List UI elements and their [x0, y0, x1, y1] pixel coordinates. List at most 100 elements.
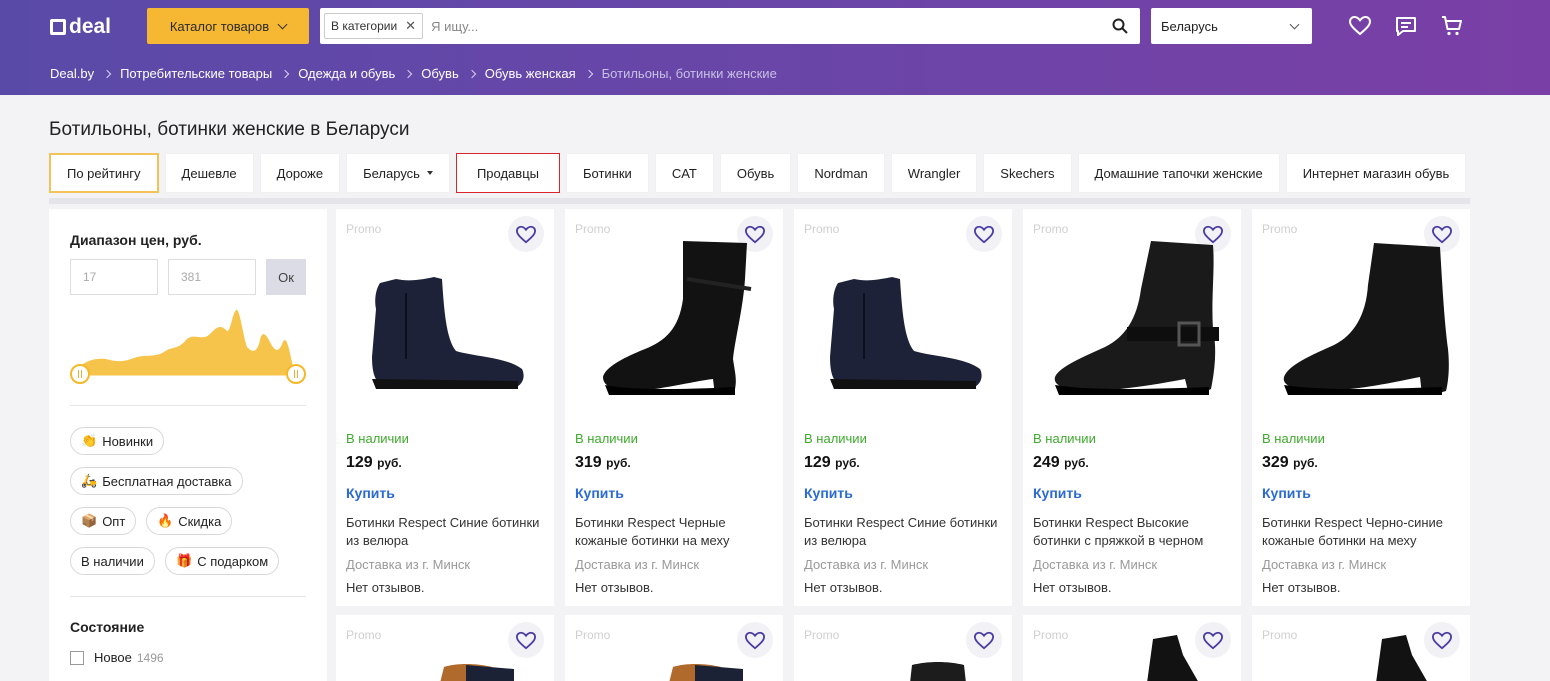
header-icons: [1348, 14, 1464, 38]
product-image[interactable]: [904, 659, 974, 681]
stock-status: В наличии: [346, 431, 409, 446]
favorite-heart-icon[interactable]: [737, 622, 773, 658]
product-image[interactable]: [665, 659, 745, 681]
slider-handle-min: [70, 364, 90, 384]
catalog-button[interactable]: Каталог товаров: [147, 8, 309, 44]
product-name[interactable]: Ботинки Respect Высокие ботинки с пряжко…: [1033, 514, 1235, 550]
horizontal-scrollbar[interactable]: [49, 198, 1470, 204]
filter-chip[interactable]: Wrangler: [890, 153, 978, 193]
site-logo[interactable]: deal: [50, 15, 111, 39]
tag-free-delivery[interactable]: 🛵 Бесплатная доставка: [70, 467, 243, 495]
buy-link[interactable]: Купить: [1262, 485, 1311, 501]
product-image[interactable]: [436, 659, 516, 681]
product-name[interactable]: Ботинки Respect Синие ботинки из велюра: [804, 514, 1006, 550]
search-input[interactable]: [431, 18, 1100, 34]
filter-chip[interactable]: Домашние тапочки женские: [1077, 153, 1280, 193]
product-image[interactable]: [346, 239, 544, 401]
product-name[interactable]: Ботинки Respect Черные кожаные ботинки н…: [575, 514, 777, 550]
tag-with-gift[interactable]: 🎁 С подарком: [165, 547, 280, 575]
chip-label: Wrangler: [907, 165, 961, 181]
buy-link[interactable]: Купить: [575, 485, 624, 501]
condition-new-option[interactable]: Новое 1496: [70, 650, 164, 665]
sellers-chip[interactable]: Продавцы: [455, 153, 560, 193]
breadcrumb-item[interactable]: Одежда и обувь: [298, 66, 395, 81]
product-name[interactable]: Ботинки Respect Черно-синие кожаные боти…: [1262, 514, 1464, 550]
tag-new[interactable]: 👏 Новинки: [70, 427, 165, 455]
breadcrumb-item[interactable]: Обувь: [421, 66, 458, 81]
product-card[interactable]: Promo В наличии 329 руб. Купить Ботинки …: [1252, 209, 1470, 606]
product-card[interactable]: Promo В наличии 129 руб. Купить Ботинки …: [336, 209, 554, 606]
filter-chip[interactable]: Интернет магазин обувь: [1285, 153, 1467, 193]
catalog-button-label: Каталог товаров: [169, 18, 270, 34]
region-filter-chip[interactable]: Беларусь: [346, 153, 450, 193]
breadcrumb-item[interactable]: Deal.by: [50, 66, 94, 81]
favorite-heart-icon[interactable]: [966, 622, 1002, 658]
product-image[interactable]: [804, 239, 1002, 401]
promo-label: Promo: [346, 222, 382, 236]
filter-chip[interactable]: Skechers: [983, 153, 1072, 193]
option-label: Новое: [94, 650, 132, 665]
breadcrumb-item[interactable]: Обувь женская: [485, 66, 576, 81]
sort-expensive-chip[interactable]: Дороже: [259, 153, 341, 193]
product-card[interactable]: Promo: [1252, 615, 1470, 681]
heart-icon[interactable]: [1348, 14, 1372, 38]
delivery-info: Доставка из г. Минск: [346, 557, 471, 572]
tag-in-stock[interactable]: В наличии: [70, 547, 155, 575]
product-card[interactable]: Promo: [794, 615, 1012, 681]
search-category-chip[interactable]: В категории ✕: [324, 13, 424, 39]
product-image[interactable]: [1262, 239, 1460, 401]
filter-chip[interactable]: CAT: [654, 153, 714, 193]
tag-wholesale[interactable]: 📦 Опт: [70, 507, 137, 535]
region-select[interactable]: Беларусь: [1151, 8, 1312, 44]
filter-chip[interactable]: Обувь: [719, 153, 792, 193]
sort-cheaper-chip[interactable]: Дешевле: [164, 153, 254, 193]
close-icon[interactable]: ✕: [405, 18, 416, 34]
chip-label: Nordman: [814, 165, 868, 181]
buy-link[interactable]: Купить: [1033, 485, 1082, 501]
product-image[interactable]: [1362, 635, 1432, 681]
price-apply-button[interactable]: Ок: [266, 259, 306, 295]
breadcrumb-current: Ботильоны, ботинки женские: [601, 66, 777, 81]
divider: [70, 405, 306, 406]
region-label: Беларусь: [1161, 18, 1218, 34]
chip-label: Дороже: [276, 165, 324, 181]
sort-by-rating-chip[interactable]: По рейтингу: [49, 153, 159, 193]
product-image[interactable]: [575, 239, 773, 401]
product-card[interactable]: Promo В наличии 319 руб. Купить Ботинки …: [565, 209, 783, 606]
histogram-area: [80, 309, 294, 374]
checkbox[interactable]: [70, 650, 84, 665]
chevron-right-icon: [467, 69, 476, 78]
messages-icon[interactable]: [1394, 14, 1418, 38]
search-icon[interactable]: [1100, 8, 1140, 44]
chevron-right-icon: [280, 69, 290, 78]
product-card[interactable]: Promo В наличии 249 руб. Купить Ботинки …: [1023, 209, 1241, 606]
buy-link[interactable]: Купить: [804, 485, 853, 501]
product-image[interactable]: [1133, 635, 1203, 681]
product-name[interactable]: Ботинки Respect Синие ботинки из велюра: [346, 514, 548, 550]
favorite-heart-icon[interactable]: [508, 622, 544, 658]
price-min-input[interactable]: 17: [70, 259, 158, 295]
price-max-input[interactable]: 381: [168, 259, 256, 295]
chip-label: По рейтингу: [67, 165, 141, 181]
promo-label: Promo: [804, 628, 840, 642]
buy-link[interactable]: Купить: [346, 485, 395, 501]
product-price: 129 руб.: [346, 454, 402, 472]
product-card[interactable]: Promo: [1023, 615, 1241, 681]
logo-text: deal: [69, 15, 112, 38]
breadcrumb-item[interactable]: Потребительские товары: [120, 66, 272, 81]
product-card[interactable]: Promo В наличии 129 руб. Купить Ботинки …: [794, 209, 1012, 606]
slider-handle-max: [286, 364, 306, 384]
product-image[interactable]: [1033, 239, 1231, 401]
chevron-right-icon: [102, 69, 112, 78]
filter-chip[interactable]: Nordman: [797, 153, 885, 193]
filter-chip[interactable]: Ботинки: [565, 153, 649, 193]
delivery-info: Доставка из г. Минск: [1262, 557, 1387, 572]
promo-label: Promo: [1033, 628, 1069, 642]
product-card[interactable]: Promo: [336, 615, 554, 681]
promo-label: Promo: [1262, 222, 1298, 236]
cart-icon[interactable]: [1440, 14, 1464, 38]
chip-label: Домашние тапочки женские: [1094, 165, 1263, 181]
tag-discount[interactable]: 🔥 Скидка: [146, 507, 233, 535]
promo-label: Promo: [804, 222, 840, 236]
product-card[interactable]: Promo: [565, 615, 783, 681]
